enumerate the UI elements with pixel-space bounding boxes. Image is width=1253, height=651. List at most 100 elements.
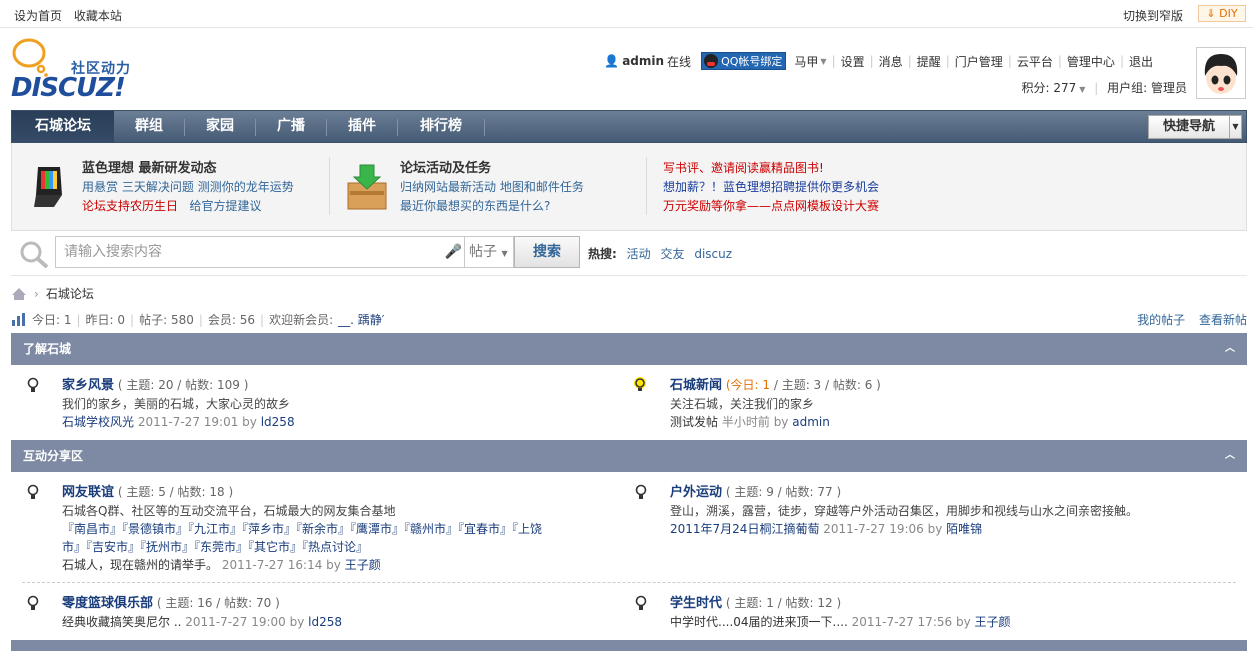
promo-link[interactable]: 地图和邮件任务: [500, 180, 584, 194]
hot-search: 热搜: 活动 交友 discuz: [588, 245, 732, 262]
by-label: by: [326, 558, 341, 572]
user-credit-bar: 积分: 277 ▼ | 用户组: 管理员: [1021, 81, 1187, 95]
last-post-user[interactable]: ld258: [308, 615, 342, 629]
subforum-list[interactable]: 『南昌市』『景德镇市』『九江市』『萍乡市』『新余市』『鹰潭市』『赣州市』『宜春市…: [62, 520, 622, 538]
promo-link[interactable]: 万元奖励等你拿——点点网模板设计大赛: [663, 199, 879, 213]
microphone-icon[interactable]: 🎤: [445, 237, 462, 267]
by-label: by: [955, 615, 971, 629]
menu-portal-admin[interactable]: 门户管理: [955, 53, 1003, 70]
forum-name[interactable]: 网友联谊: [62, 485, 114, 500]
promo-block-3: 写书评、邀请阅读赢精品图书! 想加薪？！蓝色理想招聘提供你更多机会 万元奖励等你…: [663, 159, 879, 216]
promo-link[interactable]: 三天解决问题: [122, 180, 194, 194]
forum-last-post: 经典收藏搞笑奥尼尔 .. 2011-7-27 19:00 by ld258: [62, 613, 622, 631]
menu-reminders[interactable]: 提醒: [917, 53, 941, 70]
by-label: by: [773, 415, 789, 429]
qq-bind-button[interactable]: QQ帐号绑定: [701, 52, 787, 70]
diy-button[interactable]: ⇓ DIY: [1198, 5, 1246, 22]
hot-search-link[interactable]: 交友: [660, 247, 684, 261]
forum-name[interactable]: 零度篮球俱乐部: [62, 596, 153, 611]
site-logo[interactable]: 社区动力 DISCUZ!: [11, 37, 146, 105]
collapse-icon[interactable]: ︿: [1225, 440, 1235, 472]
forum-count: ( 主题: 20 / 帖数: 109 ): [117, 378, 249, 392]
quick-nav-button[interactable]: 快捷导航 ▼: [1148, 115, 1242, 139]
usergroup-link[interactable]: 用户组: 管理员: [1107, 81, 1187, 95]
last-post-user[interactable]: 王子颜: [975, 615, 1011, 629]
new-member-link[interactable]: __. 踽静′: [338, 311, 384, 328]
set-home-link[interactable]: 设为首页: [14, 9, 62, 23]
nav-item-home[interactable]: 家园: [185, 111, 255, 142]
promo-link[interactable]: 想加薪？！蓝色理想招聘提供你更多机会: [663, 180, 879, 194]
hot-search-link[interactable]: discuz: [694, 247, 732, 261]
search-button[interactable]: 搜索: [514, 236, 580, 268]
menu-cloud[interactable]: 云平台: [1017, 53, 1053, 70]
search-icon: [20, 241, 49, 268]
category-header[interactable]: 互动分享区 ︿: [11, 440, 1247, 472]
nav-item-groups[interactable]: 群组: [114, 111, 184, 142]
promo-link[interactable]: 测测你的龙年运势: [198, 180, 294, 194]
search-type-select[interactable]: 帖子 ▼: [464, 236, 514, 268]
my-posts-link[interactable]: 我的帖子: [1137, 313, 1185, 327]
forum-name[interactable]: 家乡风景: [62, 378, 114, 393]
forum-description: 关注石城，关注我们的家乡: [670, 397, 815, 411]
promo-link[interactable]: 写书评、邀请阅读赢精品图书!: [663, 161, 824, 175]
promo-link[interactable]: 用悬赏: [82, 180, 118, 194]
lightbulb-icon: [27, 377, 39, 392]
view-new-posts-link[interactable]: 查看新帖: [1199, 313, 1247, 327]
menu-settings[interactable]: 设置: [841, 53, 865, 70]
collapse-icon[interactable]: ︿: [1225, 333, 1235, 365]
forum-name[interactable]: 户外运动: [670, 485, 722, 500]
last-post-title[interactable]: 经典收藏搞笑奥尼尔 ..: [62, 615, 181, 629]
main-nav: 石城论坛 群组 家园 广播 插件 排行榜 快捷导航 ▼: [11, 110, 1247, 143]
menu-majia[interactable]: 马甲: [794, 53, 818, 70]
last-post-title[interactable]: 测试发帖: [670, 415, 718, 429]
category-header[interactable]: [11, 640, 1247, 651]
hot-search-link[interactable]: 活动: [627, 247, 651, 261]
breadcrumb-current[interactable]: 石城论坛: [46, 285, 94, 302]
forum-name[interactable]: 石城新闻: [670, 378, 722, 393]
forum-last-post: 测试发帖 半小时前 by admin: [670, 413, 1230, 431]
home-icon[interactable]: [11, 287, 27, 301]
credit-link[interactable]: 积分: 277: [1022, 81, 1077, 95]
switch-width-link[interactable]: 切换到窄版: [1123, 9, 1183, 23]
last-post-user[interactable]: ld258: [261, 415, 295, 429]
menu-admin-center[interactable]: 管理中心: [1067, 53, 1115, 70]
nav-item-broadcast[interactable]: 广播: [256, 111, 326, 142]
forum-item: 学生时代 ( 主题: 1 / 帖数: 12 ) 中学时代....04届的进来顶一…: [635, 594, 1230, 631]
forum-item: 家乡风景 ( 主题: 20 / 帖数: 109 ) 我们的家乡，美丽的石城，大家…: [27, 376, 622, 431]
category-title: 互动分享区: [23, 449, 84, 463]
category-title: 了解石城: [23, 342, 72, 356]
forum-count: ( 主题: 9 / 帖数: 77 ): [725, 485, 842, 499]
username-link[interactable]: admin: [622, 54, 664, 68]
category-header[interactable]: 了解石城 ︿: [11, 333, 1247, 365]
avatar[interactable]: [1196, 47, 1246, 99]
lightbulb-icon: [635, 595, 647, 610]
promo-link[interactable]: 给官方提建议: [189, 199, 261, 213]
nav-item-ranking[interactable]: 排行榜: [398, 111, 484, 142]
subforum-list[interactable]: 市』『吉安市』『抚州市』『东莞市』『其它市』『热点讨论』: [62, 538, 622, 556]
promo-link[interactable]: 论坛支持农历生日: [82, 199, 178, 213]
last-post-title[interactable]: 2011年7月24日桐江摘葡萄: [670, 522, 819, 536]
menu-messages[interactable]: 消息: [879, 53, 903, 70]
promo-block-1: 蓝色理想 最新研发动态 用悬赏 三天解决问题 测测你的龙年运势 论坛支持农历生日…: [82, 159, 294, 216]
hot-search-label: 热搜:: [588, 247, 617, 261]
forum-name[interactable]: 学生时代: [670, 596, 722, 611]
last-post-title[interactable]: 石城人，现在赣州的请举手。: [62, 558, 218, 572]
menu-logout[interactable]: 退出: [1129, 53, 1153, 70]
promo-link[interactable]: 归纳网站最新活动: [400, 180, 496, 194]
promo-link[interactable]: 最近你最想买的东西是什么?: [400, 199, 550, 213]
search-type-label: 帖子: [469, 244, 497, 260]
last-post-title[interactable]: 中学时代....04届的进来顶一下....: [670, 615, 848, 629]
diy-arrow-icon: ⇓: [1206, 7, 1216, 20]
last-post-title[interactable]: 石城学校风光: [62, 415, 134, 429]
last-post-user[interactable]: admin: [792, 415, 830, 429]
nav-item-plugins[interactable]: 插件: [327, 111, 397, 142]
bookmark-link[interactable]: 收藏本站: [74, 9, 122, 23]
search-input[interactable]: 请输入搜索内容 🎤: [55, 236, 464, 268]
forum-today-count: (今日: 1: [725, 378, 771, 392]
last-post-user[interactable]: 王子颜: [345, 558, 381, 572]
forum-last-post: 石城人，现在赣州的请举手。 2011-7-27 16:14 by 王子颜: [62, 556, 622, 574]
nav-item-forum[interactable]: 石城论坛: [12, 111, 114, 142]
last-post-user[interactable]: 陌唯锦: [946, 522, 982, 536]
chevron-down-icon: ▼: [1079, 85, 1086, 94]
lightbulb-icon: [27, 484, 39, 499]
